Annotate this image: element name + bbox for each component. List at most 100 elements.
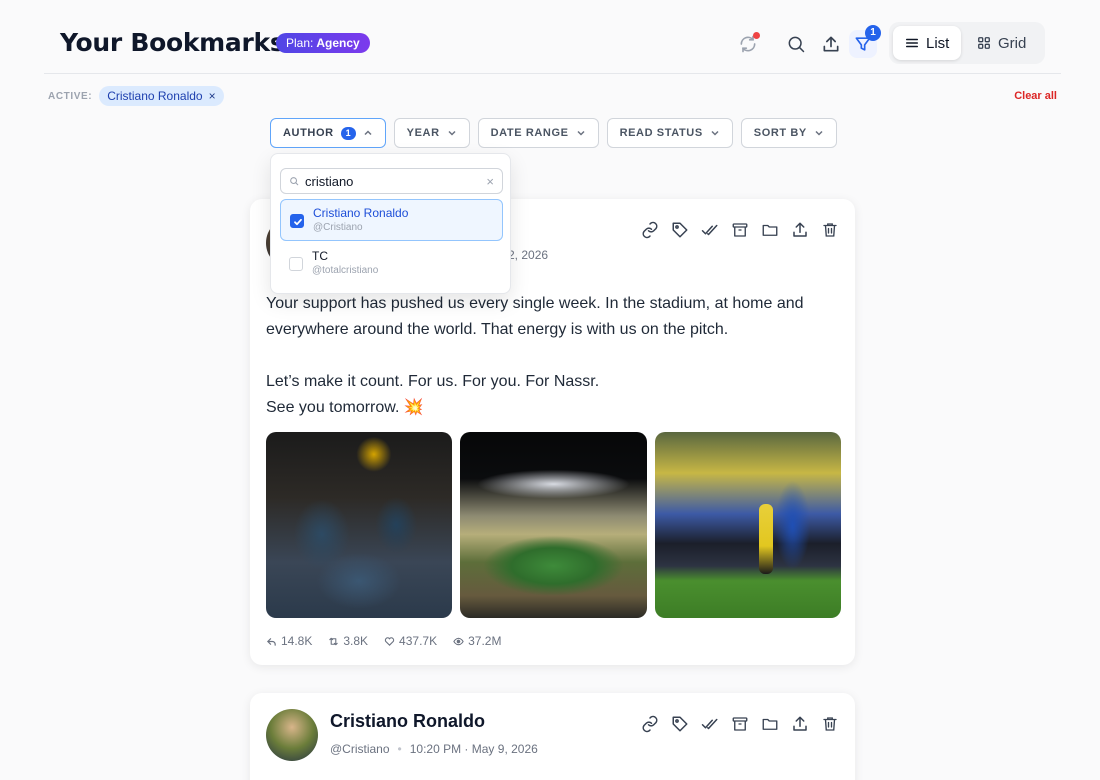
tag-icon (672, 716, 688, 732)
author-option-handle: @Cristiano (313, 222, 363, 233)
post-paragraph: Let’s make it count. For us. For you. Fo… (266, 373, 600, 390)
upload-icon (823, 36, 839, 52)
view-grid-button[interactable]: Grid (965, 26, 1038, 60)
read-status-filter-button[interactable]: READ STATUS (606, 118, 733, 148)
post-text: Your support has pushed us every single … (266, 291, 841, 421)
view-list-button[interactable]: List (893, 26, 962, 60)
active-filter-chip[interactable]: Cristiano Ronaldo × (99, 86, 224, 106)
post-time: 10:20 PM · May 9, 2026 (409, 742, 538, 756)
post-media (266, 432, 841, 618)
sync-button[interactable] (734, 30, 762, 58)
checkbox-checked[interactable] (290, 214, 304, 228)
author-name[interactable]: Cristiano Ronaldo (330, 711, 485, 732)
tag-button[interactable] (669, 713, 691, 735)
plan-badge: Plan: Agency (276, 33, 370, 53)
plan-label: Plan: (286, 36, 314, 50)
retweets-count: 3.8K (343, 634, 369, 648)
media-image-celebration[interactable] (266, 432, 453, 618)
sort-by-label: SORT BY (753, 127, 807, 139)
delete-button[interactable] (819, 713, 841, 735)
mark-read-button[interactable] (699, 713, 721, 735)
archive-icon (732, 717, 748, 731)
author-dropdown: × Cristiano Ronaldo @Cristiano TC @total… (270, 153, 511, 294)
view-list-label: List (926, 34, 950, 52)
chevron-down-icon (815, 130, 823, 136)
search-icon (290, 177, 299, 186)
card-actions (639, 713, 841, 735)
search-icon (788, 36, 805, 53)
grid-icon (978, 37, 990, 49)
share-button[interactable] (789, 713, 811, 735)
likes-stat: 437.7K (384, 634, 437, 648)
author-search-input[interactable] (305, 173, 475, 189)
media-image-player-flag[interactable] (654, 432, 841, 618)
checkmark-icon (294, 218, 302, 226)
share-icon (793, 222, 807, 237)
active-filters-label: ACTIVE: (48, 90, 93, 102)
filter-bar: AUTHOR 1 YEAR DATE RANGE READ STATUS SOR… (270, 118, 837, 148)
author-filter-count: 1 (340, 126, 356, 140)
archive-button[interactable] (729, 219, 751, 241)
checkbox-unchecked[interactable] (289, 257, 303, 271)
post-paragraph: See you tomorrow. 💥 (266, 399, 424, 416)
archive-icon (732, 223, 748, 237)
year-filter-button[interactable]: YEAR (393, 118, 470, 148)
chevron-down-icon (711, 130, 719, 136)
author-option-name: Cristiano Ronaldo (313, 206, 409, 220)
archive-button[interactable] (729, 713, 751, 735)
card-actions (639, 219, 841, 241)
move-to-folder-button[interactable] (759, 219, 781, 241)
post-meta: @Cristiano • 10:20 PM · May 9, 2026 (330, 742, 538, 756)
trash-icon (823, 223, 837, 237)
bookmark-card[interactable]: Cristiano Ronaldo @Cristiano • 10:20 PM · … (250, 693, 855, 780)
author-filter-button[interactable]: AUTHOR 1 (270, 118, 386, 148)
clear-all-link[interactable]: Clear all (1014, 90, 1057, 102)
folder-icon (762, 224, 778, 236)
author-option-tc[interactable]: TC @totalcristiano (280, 243, 503, 285)
remove-chip-icon[interactable]: × (209, 89, 216, 103)
chevron-up-icon (364, 130, 372, 136)
post-paragraph-gap (266, 343, 841, 369)
post-paragraph: Your support has pushed us every single … (266, 295, 804, 338)
filter-count-badge: 1 (865, 25, 881, 41)
chevron-down-icon (577, 130, 585, 136)
list-icon (905, 38, 919, 48)
year-filter-label: YEAR (406, 127, 440, 139)
export-button[interactable] (817, 30, 845, 58)
eye-icon (453, 637, 464, 645)
author-option-cristiano-ronaldo[interactable]: Cristiano Ronaldo @Cristiano (280, 199, 503, 241)
chevron-down-icon (448, 130, 456, 136)
replies-count: 14.8K (281, 634, 313, 648)
avatar[interactable] (266, 709, 318, 761)
sync-indicator-dot (753, 32, 760, 39)
double-check-icon (701, 224, 718, 236)
link-icon (642, 221, 658, 239)
clear-search-icon[interactable]: × (486, 174, 494, 189)
link-icon (642, 715, 658, 733)
reply-icon (266, 637, 276, 646)
header: Your Bookmarks Plan: Agency 1 List Grid (44, 22, 1061, 74)
player-figure (758, 504, 773, 574)
author-option-name: TC (312, 249, 328, 263)
move-to-folder-button[interactable] (759, 713, 781, 735)
post-stats: 14.8K 3.8K 437.7K 37.2M (266, 634, 501, 648)
mark-read-button[interactable] (699, 219, 721, 241)
views-count: 37.2M (468, 634, 502, 648)
delete-button[interactable] (819, 219, 841, 241)
folder-icon (762, 718, 778, 730)
filter-button[interactable]: 1 (849, 25, 881, 58)
media-image-stadium[interactable] (460, 432, 647, 618)
view-toggle: List Grid (889, 22, 1045, 64)
active-filter-chip-label: Cristiano Ronaldo (107, 89, 203, 103)
page-title: Your Bookmarks (60, 28, 285, 57)
share-button[interactable] (789, 219, 811, 241)
retweets-stat: 3.8K (328, 634, 368, 648)
replies-stat: 14.8K (266, 634, 312, 648)
sort-by-button[interactable]: SORT BY (740, 118, 837, 148)
copy-link-button[interactable] (639, 713, 661, 735)
tag-button[interactable] (669, 219, 691, 241)
copy-link-button[interactable] (639, 219, 661, 241)
search-button[interactable] (782, 30, 810, 58)
date-range-filter-button[interactable]: DATE RANGE (477, 118, 599, 148)
author-search-field[interactable]: × (280, 168, 503, 194)
